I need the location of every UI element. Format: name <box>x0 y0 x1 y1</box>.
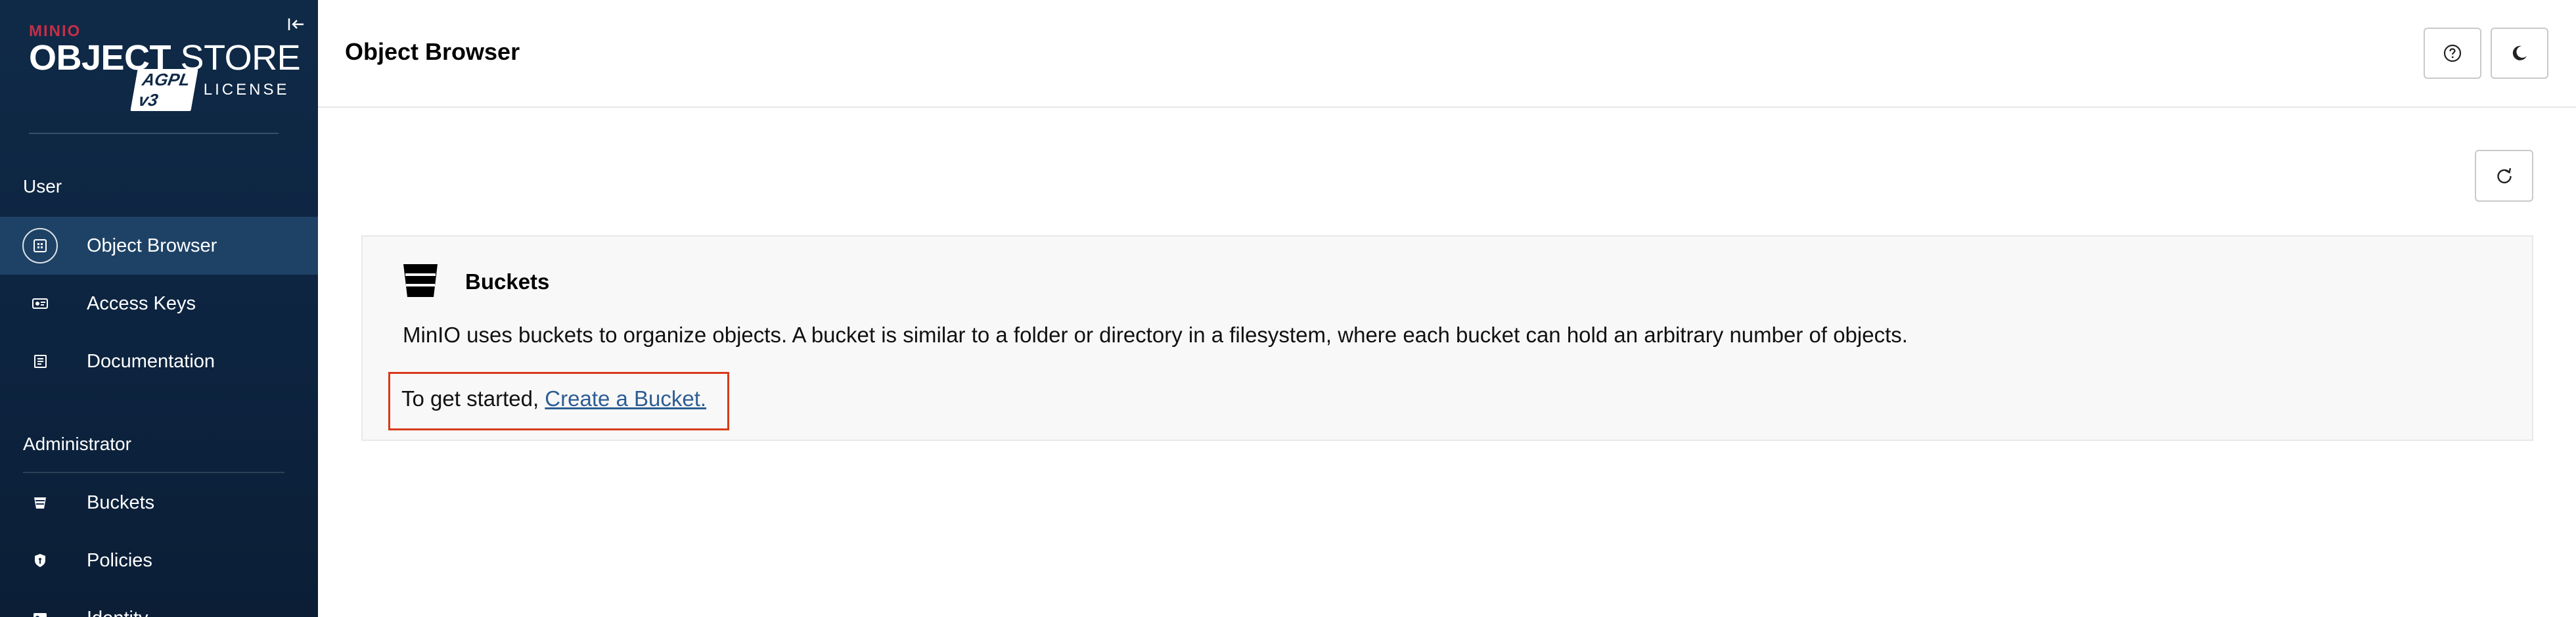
admin-divider <box>23 472 284 473</box>
sidebar-item-label: Identity <box>87 608 148 617</box>
sidebar-item-object-browser[interactable]: Object Browser <box>0 217 318 275</box>
identity-icon <box>22 601 58 617</box>
object-browser-icon <box>22 228 58 263</box>
help-icon <box>2443 44 2462 62</box>
page-header: Object Browser <box>318 0 2576 108</box>
help-button[interactable] <box>2424 28 2481 79</box>
agpl-badge: AGPL v3 <box>130 69 198 111</box>
license-badge: AGPL v3 LICENSE <box>130 69 290 111</box>
sidebar-item-label: Object Browser <box>87 235 217 256</box>
sidebar-item-label: Documentation <box>87 350 215 372</box>
admin-section-title: Administrator <box>23 434 131 454</box>
sidebar-item-label: Access Keys <box>87 292 196 314</box>
panel-title: Buckets <box>465 269 550 294</box>
documentation-icon <box>22 344 58 379</box>
theme-toggle-button[interactable] <box>2491 28 2548 79</box>
collapse-sidebar-button[interactable] <box>285 13 307 35</box>
refresh-icon <box>2497 168 2512 183</box>
sidebar-divider <box>29 133 279 134</box>
get-started-text: To get started, Create a Bucket. <box>401 386 706 411</box>
sidebar-item-access-keys[interactable]: Access Keys <box>0 275 318 332</box>
sidebar-item-policies[interactable]: Policies <box>0 532 318 589</box>
page-title: Object Browser <box>345 38 520 65</box>
sidebar: MINIO OBJECT STORE AGPL v3 LICENSE User <box>0 0 318 617</box>
refresh-button[interactable] <box>2475 150 2533 202</box>
create-bucket-link[interactable]: Create a Bucket. <box>545 386 706 411</box>
get-started-prefix: To get started, <box>401 386 545 411</box>
access-keys-icon <box>22 286 58 321</box>
user-section-title: User <box>23 176 62 196</box>
collapse-left-icon <box>288 18 304 30</box>
brand-logo[interactable]: MINIO OBJECT STORE AGPL v3 LICENSE <box>29 22 301 111</box>
panel-description: MinIO uses buckets to organize objects. … <box>403 323 1908 347</box>
sidebar-item-label: Buckets <box>87 491 155 513</box>
sidebar-item-label: Policies <box>87 549 152 571</box>
bucket-icon <box>22 485 58 520</box>
bucket-icon <box>401 260 440 300</box>
dark-mode-icon <box>2512 45 2527 60</box>
sidebar-item-documentation[interactable]: Documentation <box>0 332 318 390</box>
sidebar-item-identity[interactable]: Identity <box>0 589 318 617</box>
app-root: MINIO OBJECT STORE AGPL v3 LICENSE User <box>0 0 2576 617</box>
policies-icon <box>22 543 58 578</box>
license-label: LICENSE <box>203 81 290 99</box>
sidebar-item-buckets[interactable]: Buckets <box>0 474 318 532</box>
